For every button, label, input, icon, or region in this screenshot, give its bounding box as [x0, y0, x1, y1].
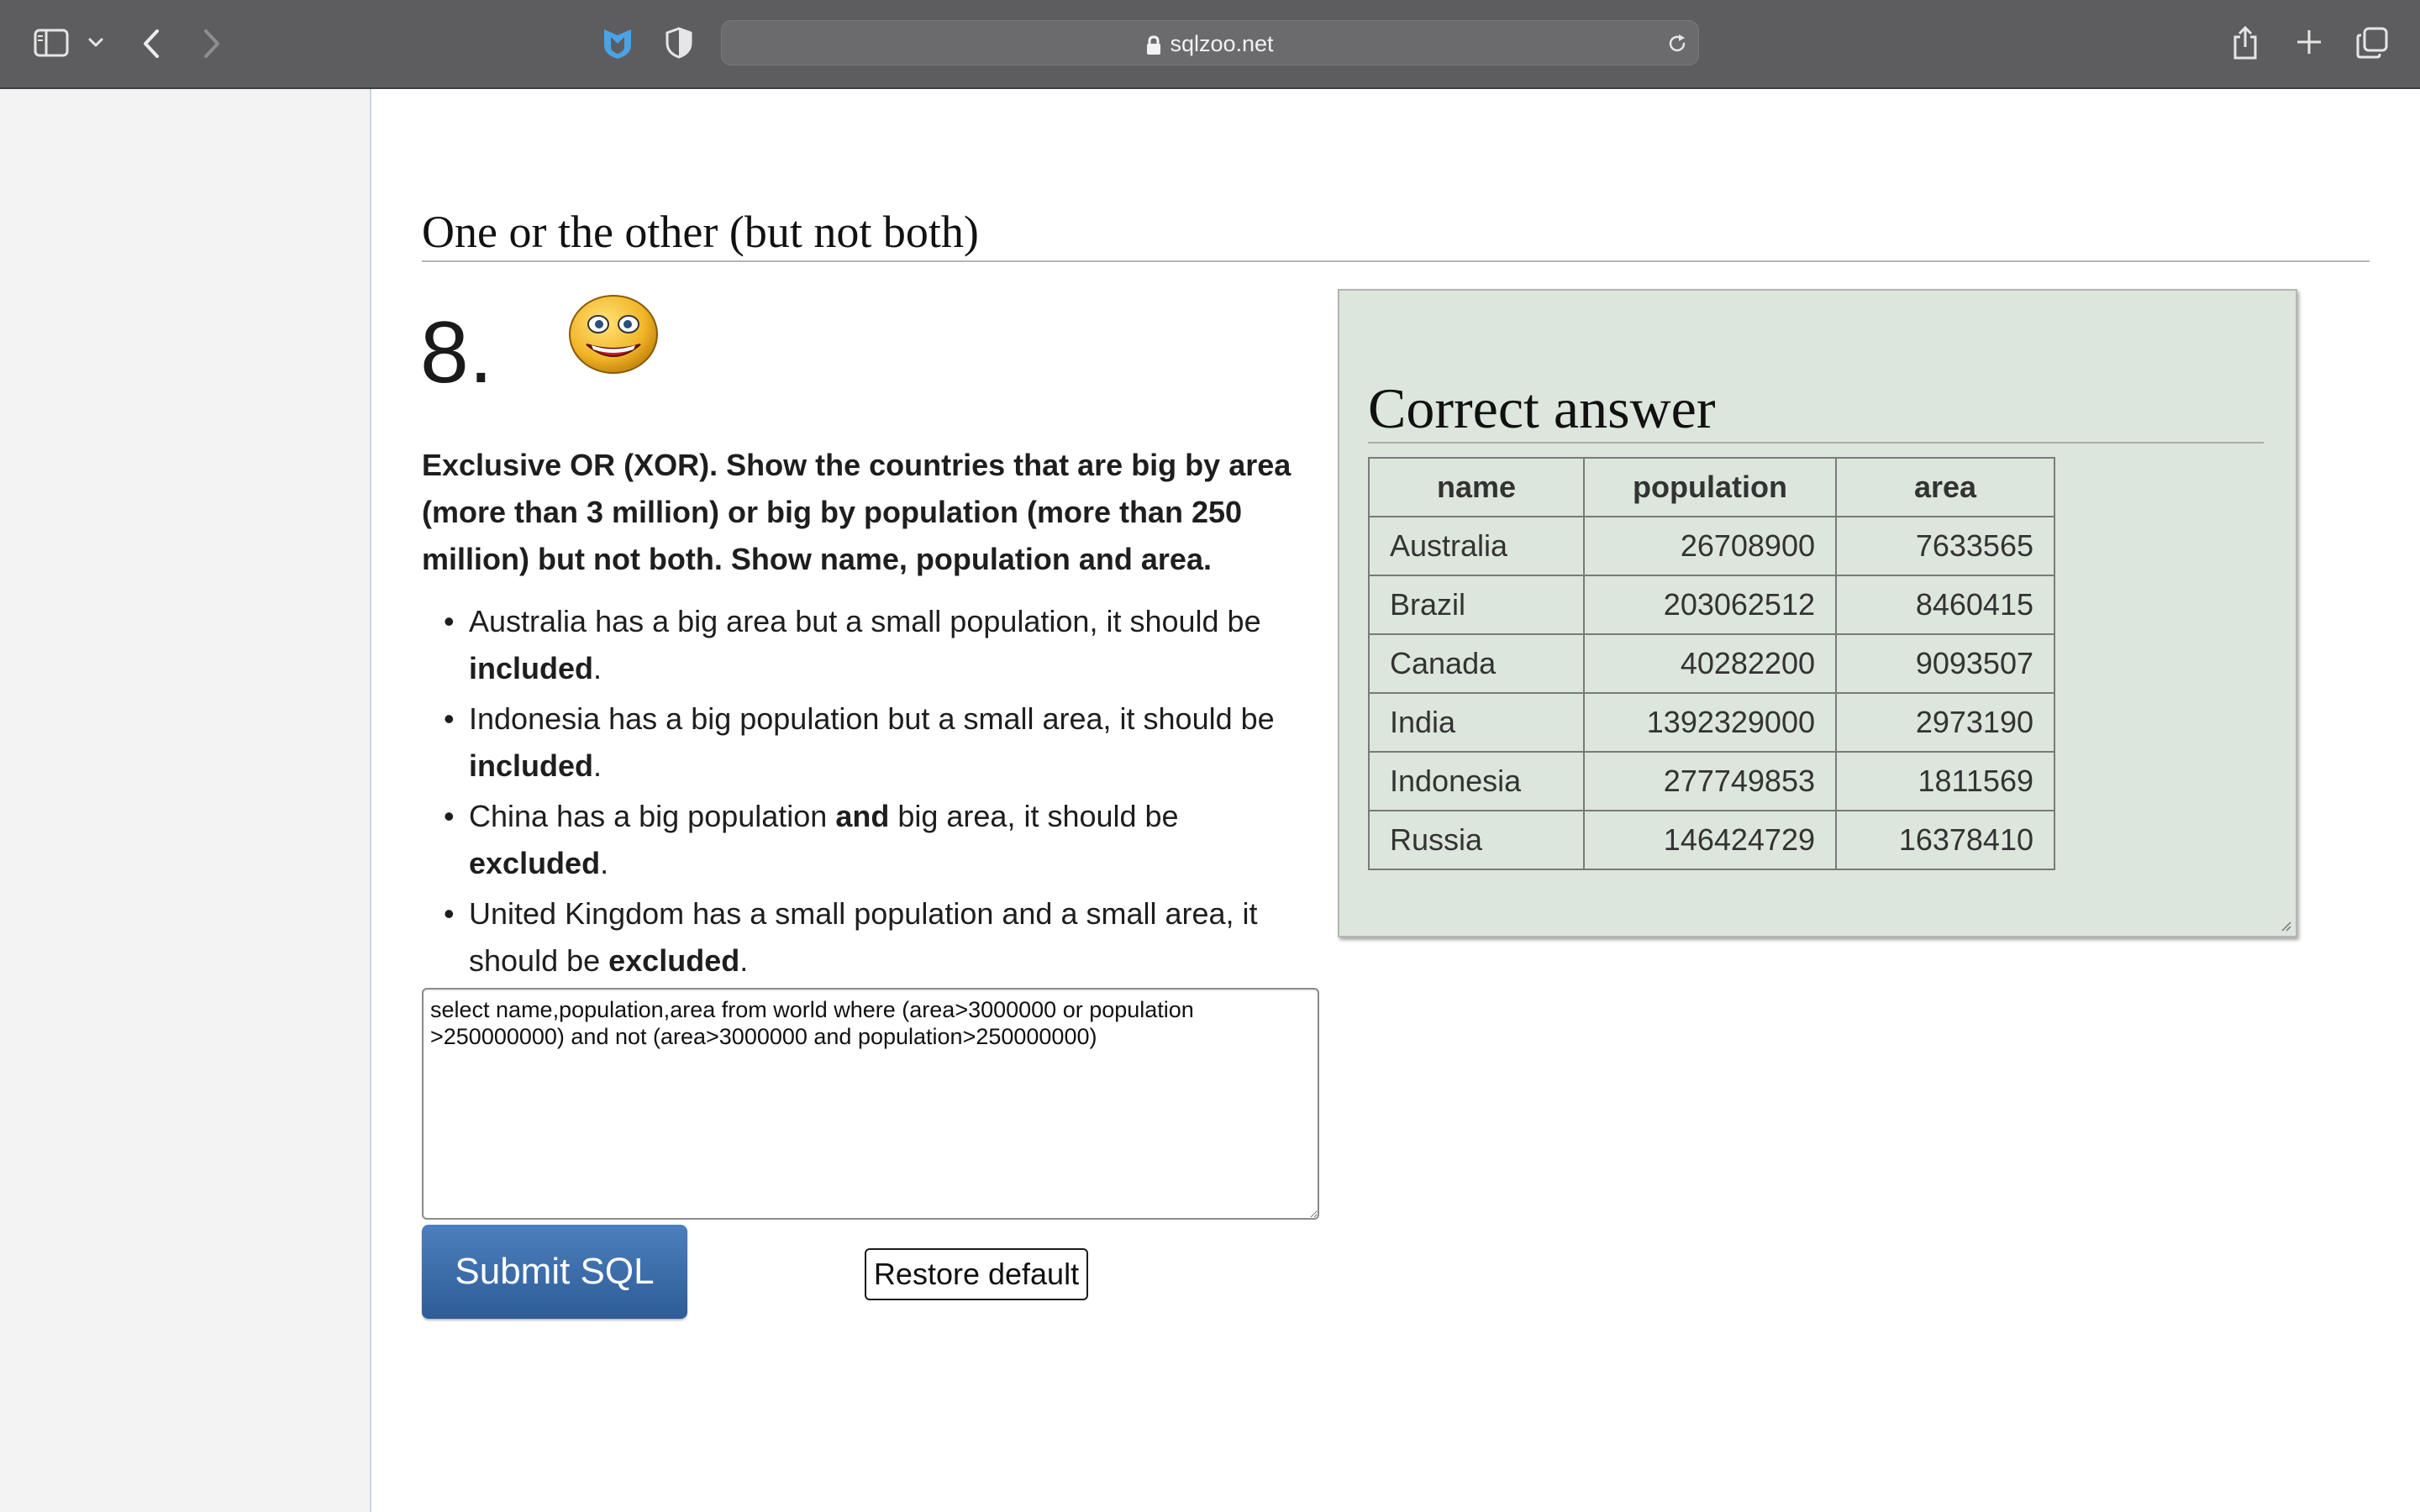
column-header-area: area	[1835, 457, 2055, 517]
table-row: Russia 146424729 16378410	[1368, 810, 2055, 870]
left-sidebar	[0, 89, 371, 1512]
cell-area: 16378410	[1835, 810, 2055, 870]
question-number: 8.	[420, 304, 493, 402]
cell-name: Brazil	[1368, 575, 1585, 635]
cell-name: Russia	[1368, 810, 1585, 870]
list-item: United Kingdom has a small population an…	[422, 890, 1296, 984]
cell-population: 277749853	[1583, 751, 1837, 811]
grinning-face-icon	[569, 295, 658, 374]
cell-area: 7633565	[1835, 516, 2055, 576]
sql-editor[interactable]: select name,population,area from world w…	[422, 988, 1319, 1220]
chevron-down-icon[interactable]	[87, 37, 104, 49]
privacy-shield-icon[interactable]	[666, 27, 692, 59]
cell-population: 203062512	[1583, 575, 1837, 635]
cell-population: 40282200	[1583, 633, 1837, 694]
reload-icon[interactable]	[1666, 33, 1688, 55]
browser-toolbar: sqlzoo.net	[0, 0, 2420, 89]
column-header-population: population	[1583, 457, 1837, 517]
cell-area: 1811569	[1835, 751, 2055, 811]
cell-name: Australia	[1368, 516, 1585, 576]
hint-list: Australia has a big area but a small pop…	[422, 598, 1296, 988]
forward-icon[interactable]	[202, 29, 222, 59]
answer-table: name population area Australia 26708900 …	[1368, 457, 2055, 870]
column-header-name: name	[1368, 457, 1585, 517]
cell-name: Canada	[1368, 633, 1585, 694]
share-icon[interactable]	[2232, 25, 2259, 60]
back-icon[interactable]	[141, 29, 161, 59]
new-tab-icon[interactable]	[2296, 29, 2323, 55]
cell-area: 9093507	[1835, 633, 2055, 694]
list-item: Indonesia has a big population but a sma…	[422, 696, 1296, 790]
question-text: Exclusive OR (XOR). Show the countries t…	[422, 448, 1292, 576]
table-row: India 1392329000 2973190	[1368, 692, 2055, 753]
cell-population: 26708900	[1583, 516, 1837, 576]
shield-extension-icon[interactable]	[602, 27, 634, 60]
list-item: Australia has a big area but a small pop…	[422, 598, 1296, 692]
cell-name: Indonesia	[1368, 751, 1585, 811]
table-row: Australia 26708900 7633565	[1368, 516, 2055, 576]
cell-area: 2973190	[1835, 692, 2055, 753]
sidebar-icon[interactable]	[34, 29, 69, 57]
answer-title: Correct answer	[1368, 373, 2264, 444]
table-header-row: name population area	[1368, 457, 2055, 517]
table-row: Brazil 203062512 8460415	[1368, 575, 2055, 635]
address-bar[interactable]: sqlzoo.net	[721, 20, 1699, 66]
correct-answer-panel: Correct answer name population area Aust…	[1338, 289, 2297, 937]
tab-overview-icon[interactable]	[2356, 27, 2388, 59]
section-heading: One or the other (but not both)	[422, 198, 2370, 262]
table-row: Canada 40282200 9093507	[1368, 633, 2055, 694]
cell-population: 146424729	[1583, 810, 1837, 870]
url-text: sqlzoo.net	[1170, 31, 1274, 56]
lock-icon	[1147, 35, 1161, 55]
submit-sql-button[interactable]: Submit SQL	[422, 1225, 687, 1319]
cell-area: 8460415	[1835, 575, 2055, 635]
cell-name: India	[1368, 692, 1585, 753]
table-row: Indonesia 277749853 1811569	[1368, 751, 2055, 811]
restore-default-button[interactable]: Restore default	[865, 1248, 1088, 1300]
list-item: China has a big population and big area,…	[422, 793, 1296, 887]
cell-population: 1392329000	[1583, 692, 1837, 753]
resize-grip-icon[interactable]	[2279, 919, 2292, 932]
